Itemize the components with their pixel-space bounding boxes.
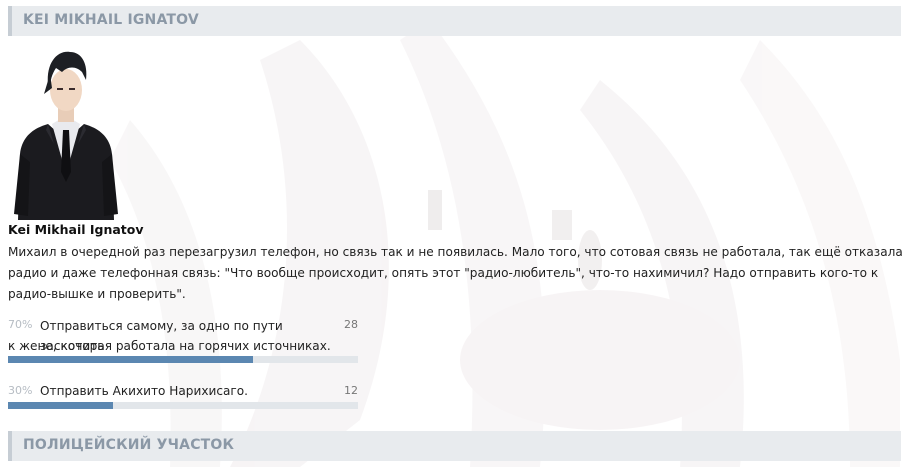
section-header-location: ПОЛИЦЕЙСКИЙ УЧАСТОК bbox=[8, 431, 901, 461]
character-portrait bbox=[8, 44, 124, 220]
poll-option[interactable]: 70% Отправиться самому, за одно по пути … bbox=[8, 316, 358, 364]
poll-percent: 70% bbox=[8, 318, 33, 331]
section-header-character: KEI MIKHAIL IGNATOV bbox=[8, 6, 901, 36]
poll-progress-track bbox=[8, 402, 358, 409]
section-title: KEI MIKHAIL IGNATOV bbox=[23, 12, 199, 28]
poll-progress-fill bbox=[8, 356, 253, 363]
poll-progress-fill bbox=[8, 402, 113, 409]
poll-percent: 30% bbox=[8, 384, 33, 397]
poll-progress-track bbox=[8, 356, 358, 363]
poll-vote-count: 28 bbox=[344, 318, 358, 331]
poll-option[interactable]: 30% Отправить Акихито Нарихисаго. 12 bbox=[8, 381, 358, 411]
poll-vote-count: 12 bbox=[344, 384, 358, 397]
character-name: Kei Mikhail Ignatov bbox=[8, 222, 144, 237]
section-title: ПОЛИЦЕЙСКИЙ УЧАСТОК bbox=[23, 437, 235, 453]
poll-option-text-continued: к жене, которая работала на горячих исто… bbox=[8, 339, 331, 353]
character-description: Михаил в очередной раз перезагрузил теле… bbox=[8, 245, 903, 301]
poll-option-text: Отправить Акихито Нарихисаго. bbox=[40, 384, 249, 398]
